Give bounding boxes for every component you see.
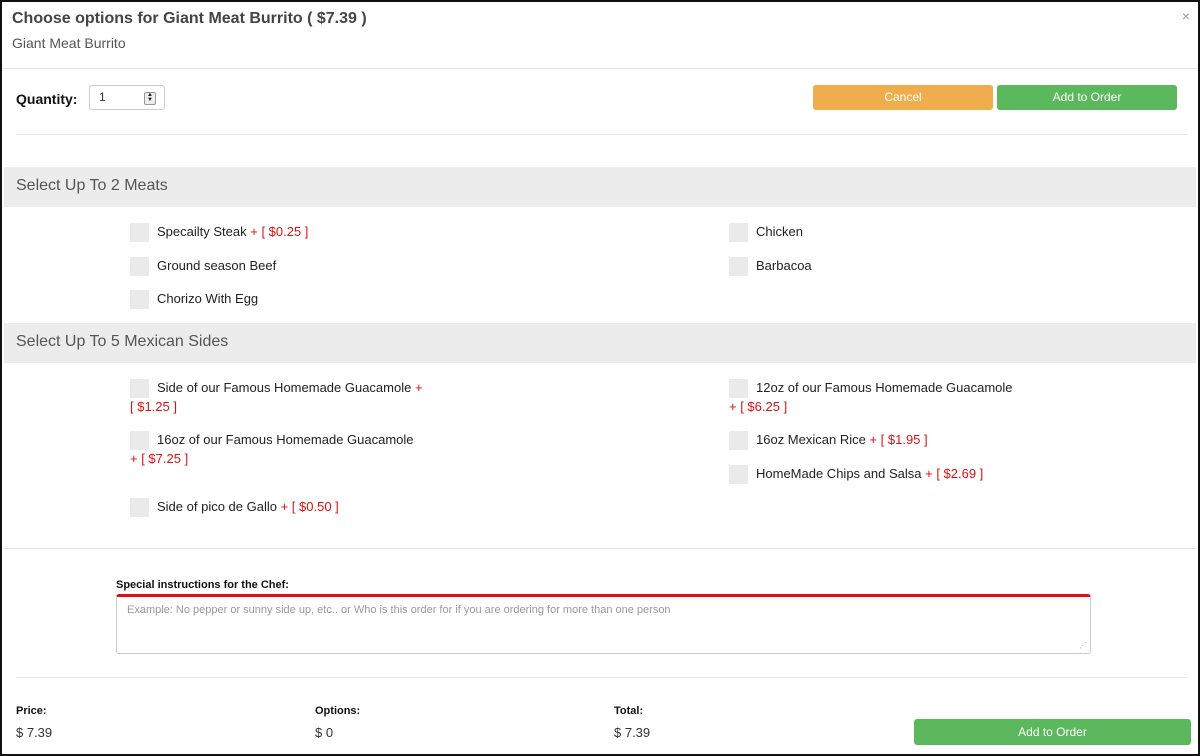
price-value: $ 7.39 <box>16 725 53 740</box>
option-price: + [ $7.25 ] <box>130 451 189 467</box>
divider <box>4 548 1196 549</box>
option-item[interactable]: Barbacoa <box>729 257 812 277</box>
option-checkbox[interactable] <box>130 379 149 399</box>
option-label: 12oz of our Famous Homemade Guacamole <box>756 380 1013 395</box>
options-modal: Choose options for Giant Meat Burrito ( … <box>0 0 1200 756</box>
divider <box>16 134 1188 135</box>
cancel-button[interactable]: Cancel <box>813 85 993 110</box>
option-price: + <box>414 380 423 395</box>
divider <box>16 677 1188 678</box>
spinner-icon[interactable]: ▲ ▼ <box>144 92 156 105</box>
option-price: + [ $0.50 ] <box>280 499 339 514</box>
option-checkbox[interactable] <box>130 431 149 451</box>
modal-title: Choose options for Giant Meat Burrito ( … <box>12 10 367 27</box>
option-item[interactable]: Chicken <box>729 223 803 243</box>
section-title: Select Up To 2 Meats <box>16 177 168 194</box>
option-checkbox[interactable] <box>729 223 748 243</box>
add-to-order-button[interactable]: Add to Order <box>997 85 1177 110</box>
total-value: $ 7.39 <box>614 725 651 740</box>
modal-header: Choose options for Giant Meat Burrito ( … <box>2 2 1198 69</box>
option-label: Specailty Steak <box>157 224 247 239</box>
option-checkbox[interactable] <box>130 498 149 518</box>
option-checkbox[interactable] <box>729 379 748 399</box>
option-label: 16oz Mexican Rice <box>756 432 866 447</box>
option-checkbox[interactable] <box>130 290 149 310</box>
option-label: Chicken <box>756 224 803 239</box>
option-item[interactable]: Specailty Steak + [ $0.25 ] <box>130 223 309 243</box>
close-icon[interactable]: × <box>1182 8 1190 24</box>
option-checkbox[interactable] <box>130 223 149 243</box>
option-item[interactable]: Side of our Famous Homemade Guacamole + … <box>130 379 430 416</box>
modal-subtitle: Giant Meat Burrito <box>12 35 126 51</box>
option-item[interactable]: 12oz of our Famous Homemade Guacamole + … <box>729 379 1029 416</box>
price-label: Price: <box>16 705 47 717</box>
add-to-order-bottom-button[interactable]: Add to Order <box>914 719 1191 745</box>
total-label: Total: <box>614 705 644 717</box>
option-label: HomeMade Chips and Salsa <box>756 466 922 481</box>
section-title: Select Up To 5 Mexican Sides <box>16 333 229 350</box>
quantity-row: Quantity: 1 ▲ ▼ Cancel Add to Order <box>2 69 1198 135</box>
option-item[interactable]: HomeMade Chips and Salsa + [ $2.69 ] <box>729 465 984 485</box>
instructions-label: Special instructions for the Chef: <box>116 579 289 591</box>
option-label: Chorizo With Egg <box>157 291 259 306</box>
section-header-sides: Select Up To 5 Mexican Sides <box>4 323 1196 363</box>
option-item[interactable]: Side of pico de Gallo + [ $0.50 ] <box>130 498 339 518</box>
instructions-textarea[interactable]: Example: No pepper or sunny side up, etc… <box>116 594 1091 654</box>
resize-grip-icon[interactable]: ⋰ <box>1079 641 1087 650</box>
option-checkbox[interactable] <box>729 465 748 485</box>
instructions-placeholder: Example: No pepper or sunny side up, etc… <box>127 604 671 616</box>
option-price: [ $1.25 ] <box>130 399 177 415</box>
option-label: Side of our Famous Homemade Guacamole <box>157 380 412 395</box>
option-item[interactable]: Chorizo With Egg <box>130 290 259 310</box>
option-label: 16oz of our Famous Homemade Guacamole <box>157 432 414 447</box>
option-checkbox[interactable] <box>729 257 748 277</box>
quantity-value: 1 <box>99 90 106 104</box>
option-label: Ground season Beef <box>157 258 277 273</box>
option-item[interactable]: 16oz of our Famous Homemade Guacamole + … <box>130 431 430 468</box>
option-price: + [ $0.25 ] <box>250 224 309 239</box>
option-item[interactable]: 16oz Mexican Rice + [ $1.95 ] <box>729 431 928 451</box>
options-value: $ 0 <box>315 725 334 740</box>
option-price: + [ $2.69 ] <box>925 466 984 481</box>
option-label: Side of pico de Gallo <box>157 499 277 514</box>
quantity-label: Quantity: <box>16 91 78 107</box>
option-label: Barbacoa <box>756 258 812 273</box>
option-price: + [ $6.25 ] <box>729 399 788 415</box>
option-checkbox[interactable] <box>130 257 149 277</box>
quantity-stepper[interactable]: 1 ▲ ▼ <box>89 85 165 110</box>
option-checkbox[interactable] <box>729 431 748 451</box>
option-price: + [ $1.95 ] <box>869 432 928 447</box>
options-label: Options: <box>315 705 361 717</box>
option-item[interactable]: Ground season Beef <box>130 257 277 277</box>
section-header-meats: Select Up To 2 Meats <box>4 167 1196 207</box>
